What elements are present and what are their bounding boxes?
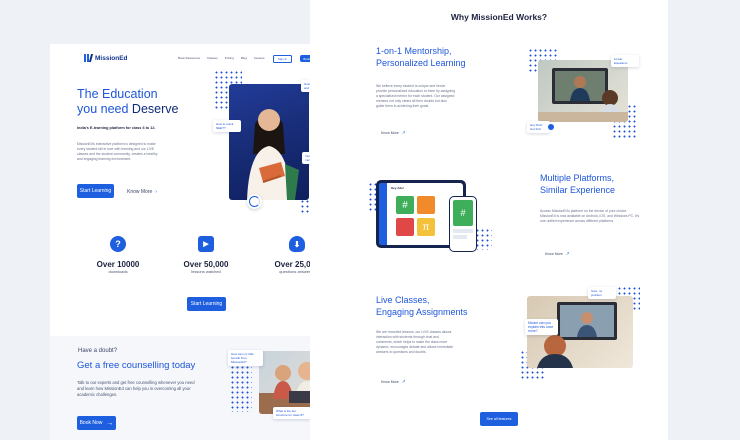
- logo-text: MissionEd: [95, 54, 128, 62]
- nav-item-pricing[interactable]: Pricing: [225, 56, 234, 60]
- stat-downloads: ? Over 10000 downloads: [92, 236, 144, 274]
- hero-title-line2a: you need: [77, 102, 129, 116]
- cloud-download-icon: ⬇: [289, 236, 305, 252]
- counselling-body: Talk to our experts and get free counsel…: [77, 380, 195, 397]
- feature-live-classes-title-line2: Engaging Assignments: [376, 307, 468, 317]
- feature-platforms-know-more[interactable]: Know More ↗: [545, 251, 569, 257]
- hero-title-line1: The Education: [77, 87, 158, 101]
- feature-mentorship-body: We believe every student is unique and h…: [376, 84, 455, 108]
- counselling-dots: [230, 360, 252, 412]
- know-more-label: Know More: [381, 131, 399, 135]
- stat-lessons: ▶ Over 50,000 lessons watched: [180, 236, 232, 274]
- stat-downloads-label: downloads: [108, 269, 128, 274]
- nav-item-careers[interactable]: Careers: [254, 56, 265, 60]
- see-all-features-button[interactable]: See all features: [480, 412, 518, 426]
- feature-live-classes-title-line1: Live Classes,: [376, 295, 430, 305]
- feature-live-classes-know-more[interactable]: Know More ↗: [381, 379, 405, 385]
- feature-live-classes-title: Live Classes, Engaging Assignments: [376, 294, 468, 318]
- hero-student-image: [229, 84, 309, 200]
- why-heading: Why MissionEd Works?: [450, 12, 548, 22]
- nav-item-book-resources[interactable]: Book Resources: [178, 56, 200, 60]
- mentorship-bubble-1: Linear Equations: [611, 55, 639, 67]
- signin-button[interactable]: Sign In: [273, 55, 292, 63]
- start-learning-button-2[interactable]: Start Learning: [187, 297, 226, 311]
- external-link-icon: ↗: [565, 251, 570, 256]
- stat-downloads-value: Over 10000: [96, 260, 140, 269]
- book-now-button[interactable]: Book Now →: [77, 416, 116, 430]
- arrow-right-icon: ›: [155, 189, 157, 195]
- feature-mentorship-know-more[interactable]: Know More ↗: [381, 130, 405, 136]
- feature-platforms-title-line1: Multiple Platforms,: [540, 173, 615, 183]
- know-more-label: Know More: [545, 252, 563, 256]
- mentorship-bubble-2: Hey Rob! Got this!: [527, 121, 550, 133]
- know-more-link[interactable]: Know More ›: [127, 189, 157, 195]
- hero-title-line2b: Deserve: [131, 102, 179, 116]
- logo-icon: [84, 54, 94, 62]
- feature-mentorship-title-line2: Personalized Learning: [376, 58, 466, 68]
- external-link-icon: ↗: [401, 379, 406, 384]
- mentorship-illustration: [538, 68, 628, 122]
- progress-ring-icon: [247, 194, 262, 209]
- know-more-label: Know More: [381, 380, 399, 384]
- arrow-right-icon: →: [106, 419, 114, 427]
- phone-mockup: #: [449, 196, 477, 252]
- app-greeting: Hey Ade!: [391, 186, 404, 190]
- hero-body: MissionEd's interactive platform is desi…: [77, 142, 158, 161]
- hero-subtitle: India's E-learning platform for class 6 …: [77, 126, 156, 130]
- start-learning-button[interactable]: Start Learning: [77, 184, 114, 198]
- question-icon: ?: [110, 236, 126, 252]
- live-bubble-1: Sure, no problem: [588, 287, 616, 299]
- main-nav: Book Resources Classes Pricing Blog Care…: [178, 56, 272, 60]
- feature-mentorship-title: 1-on-1 Mentorship, Personalized Learning: [376, 45, 466, 69]
- student-illustration: [247, 109, 299, 200]
- logo[interactable]: MissionEd: [84, 54, 128, 62]
- counselling-bubble-3: What is the fee structure for class 8?: [273, 407, 311, 419]
- know-more-label: Know More: [127, 189, 153, 195]
- feature-live-classes-body: We are recorded lessons, our LIVE classe…: [376, 330, 454, 354]
- mentorship-image: [538, 60, 628, 122]
- nav-item-blog[interactable]: Blog: [241, 56, 247, 60]
- book-now-label: Book Now: [79, 420, 103, 426]
- counselling-kicker: Have a doubt?: [78, 348, 118, 354]
- live-bubble-2: Ma'am can you explain this once more?: [525, 319, 558, 335]
- chat-icon: [548, 124, 554, 130]
- nav-item-classes[interactable]: Classes: [207, 56, 218, 60]
- stat-lessons-value: Over 50,000: [183, 260, 229, 269]
- hero-bubble-left: How to crack NEET?: [213, 120, 241, 132]
- external-link-icon: ↗: [401, 130, 406, 135]
- hero-title: The Education you need Deserve: [77, 87, 178, 117]
- feature-platforms-title-line2: Similar Experience: [540, 185, 616, 195]
- feature-mentorship-title-line1: 1-on-1 Mentorship,: [376, 46, 452, 56]
- feature-platforms-body: Access MissionEd's platform on the devic…: [540, 209, 640, 223]
- counselling-title: Get a free counselling today: [77, 360, 196, 371]
- feature-platforms-title: Multiple Platforms, Similar Experience: [540, 172, 615, 196]
- play-icon: ▶: [198, 236, 214, 252]
- stat-lessons-label: lessons watched: [191, 269, 221, 274]
- counselling-bubble-1: How can my kids benefit from MissionEd?: [228, 350, 263, 366]
